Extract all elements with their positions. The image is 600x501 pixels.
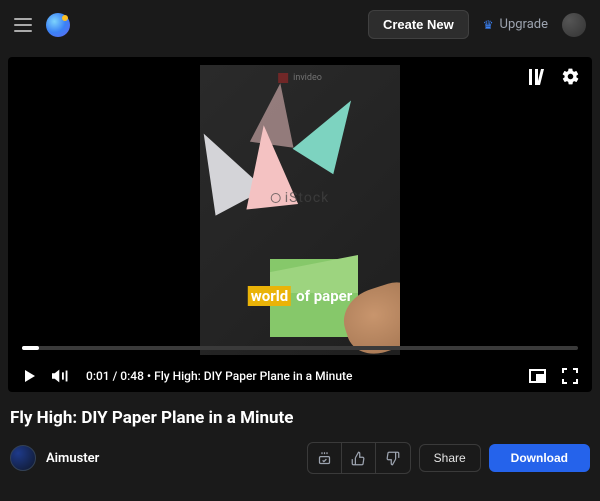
video-controls: 0:01 / 0:48 • Fly High: DIY Paper Plane … [22,368,578,384]
video-title: Fly High: DIY Paper Plane in a Minute [8,392,592,442]
time-current: 0:01 [86,369,110,383]
author-avatar [10,445,36,471]
progress-fill [22,346,39,350]
reaction-group [307,442,411,474]
progress-bar[interactable] [22,346,578,350]
time-info: 0:01 / 0:48 • Fly High: DIY Paper Plane … [86,369,352,383]
paper-plane [293,88,372,174]
volume-icon[interactable] [52,368,72,384]
app-header: Create New ♛ Upgrade [0,0,600,49]
author-name: Aimuster [46,451,99,466]
love-button[interactable] [308,443,342,473]
controls-left: 0:01 / 0:48 • Fly High: DIY Paper Plane … [22,368,352,384]
create-new-button[interactable]: Create New [368,10,469,39]
crown-icon: ♛ [483,18,494,32]
user-avatar[interactable] [562,13,586,37]
content: invideo iStock world of paper [0,49,600,482]
controls-right [529,368,578,384]
video-frame[interactable]: invideo iStock world of paper [200,65,400,355]
time-total: 0:48 [120,369,144,383]
header-right: Create New ♛ Upgrade [368,10,586,39]
video-top-controls [529,67,580,86]
header-left [14,13,70,37]
overlay-title: Fly High: DIY Paper Plane in a Minute [154,369,352,383]
caption-rest: of paper [296,287,352,305]
play-icon[interactable] [22,368,38,384]
pip-icon[interactable] [529,369,546,383]
video-player: invideo iStock world of paper [8,57,592,392]
watermark-mid: iStock [271,190,330,206]
upgrade-label: Upgrade [500,17,548,32]
app-logo[interactable] [46,13,70,37]
fullscreen-icon[interactable] [562,368,578,384]
watermark-top: invideo [278,73,322,83]
captions-icon[interactable] [529,67,547,86]
upgrade-link[interactable]: ♛ Upgrade [483,17,548,32]
thumbs-down-button[interactable] [376,443,410,473]
bottom-bar: Aimuster Share Download [8,442,592,474]
menu-icon[interactable] [14,18,32,32]
caption-highlight: world [248,286,291,306]
share-button[interactable]: Share [419,444,481,472]
thumbs-up-button[interactable] [342,443,376,473]
actions: Share Download [307,442,590,474]
author[interactable]: Aimuster [10,445,99,471]
video-caption: world of paper [248,287,352,305]
settings-icon[interactable] [561,67,580,86]
download-button[interactable]: Download [489,444,590,472]
